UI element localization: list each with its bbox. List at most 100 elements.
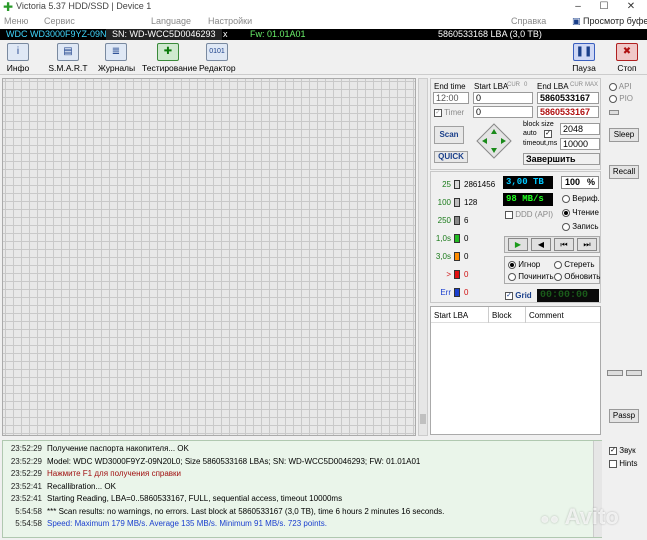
refresh-label: Обновить — [564, 272, 601, 281]
smart-button[interactable]: ▤ S.M.A.R.T — [48, 43, 88, 74]
ignore-radio[interactable]: Игнор — [508, 260, 540, 269]
device-firmware: Fw: 01.01A01 — [250, 29, 306, 39]
col-divider — [488, 307, 489, 323]
verify-radio[interactable]: Вериф. — [562, 194, 600, 203]
pio-radio[interactable]: PIO — [609, 94, 633, 103]
start-zero-label[interactable]: 0 — [524, 82, 527, 88]
api-radio[interactable]: API — [609, 82, 632, 91]
play-button[interactable]: ▶ — [508, 238, 528, 251]
test-button[interactable]: ✚ Тестирование — [142, 43, 198, 74]
pause-button[interactable]: ❚❚ Пауза — [571, 43, 597, 74]
passp-button[interactable]: Passp — [609, 409, 639, 423]
victoria-logo-icon: ✚ — [3, 0, 14, 14]
sound-checkbox[interactable]: ✓ Звук — [609, 446, 636, 455]
grid-label: Grid — [515, 291, 532, 300]
refresh-radio[interactable]: Обновить — [554, 272, 600, 281]
slider-right[interactable] — [626, 370, 642, 376]
direction-pad[interactable] — [476, 123, 512, 159]
timeout-label: timeout,ms — [523, 140, 558, 147]
stop-button[interactable]: ✖ Стоп — [614, 43, 640, 74]
end-time-label: End time — [434, 82, 466, 91]
close-window-button[interactable]: ✕ — [620, 0, 642, 14]
editor-icon: 0101 — [206, 43, 228, 61]
menu-item-help[interactable]: Справка — [511, 16, 546, 26]
menu-item-menu[interactable]: Меню — [4, 16, 28, 26]
title-bar: ✚ Victoria 5.37 HDD/SSD | Device 1 – ☐ ✕ — [0, 0, 647, 14]
minimize-button[interactable]: – — [567, 0, 589, 14]
quick-button[interactable]: QUICK — [434, 151, 468, 163]
slider-left[interactable] — [607, 370, 623, 376]
menu-item-service[interactable]: Сервис — [44, 16, 75, 26]
device-close-button[interactable]: x — [221, 29, 231, 40]
block-size-select[interactable]: 2048 — [560, 123, 600, 135]
logs-icon: ≣ — [105, 43, 127, 61]
menu-item-settings[interactable]: Настройки — [208, 16, 252, 26]
end-cur-label[interactable]: CUR — [570, 82, 583, 88]
percent-value: 100 — [565, 177, 581, 187]
end-lba-cur-field[interactable]: 5860533167 — [537, 106, 599, 118]
latency-level-row: Err 0 — [431, 286, 501, 300]
log-message: Speed: Maximum 179 MB/s. Average 135 MB/… — [47, 519, 327, 528]
scan-button[interactable]: Scan — [434, 126, 464, 144]
latency-level-swatch — [454, 180, 460, 189]
col-start-lba[interactable]: Start LBA — [434, 311, 468, 320]
end-lba-label: End LBA — [537, 82, 569, 91]
erase-radio[interactable]: Стереть — [554, 260, 595, 269]
back-button[interactable]: ◀ — [531, 238, 551, 251]
info-button[interactable]: i Инфо — [4, 43, 32, 74]
start-lba-input[interactable]: 0 — [473, 92, 533, 104]
info-label: Инфо — [6, 63, 30, 73]
ddd-check-box — [505, 210, 513, 219]
end-time-input[interactable]: 12:00 — [433, 92, 469, 104]
log-time: 5:54:58 — [15, 506, 42, 516]
repair-radio-dot — [508, 272, 516, 281]
log-row: 23:52:29 Получение паспорта накопителя...… — [3, 444, 603, 455]
read-radio-dot — [562, 208, 570, 217]
maximize-button[interactable]: ☐ — [593, 0, 615, 14]
timer-checkbox[interactable]: ✓ Timer — [434, 108, 464, 117]
col-comment[interactable]: Comment — [529, 311, 564, 320]
menu-item-buffer[interactable]: ▣ Просмотр буфера — [572, 16, 647, 27]
end-lba-input[interactable]: 5860533167 — [537, 92, 599, 104]
device-model[interactable]: WDC WD3000F9YZ-09N20L0 — [0, 29, 127, 40]
latency-level-row: >0 — [431, 268, 501, 282]
editor-label: Редактор — [199, 63, 236, 73]
recall-button[interactable]: Recall — [609, 165, 639, 179]
skip-back-button[interactable]: ⏮ — [554, 238, 574, 251]
repair-radio[interactable]: Починить — [508, 272, 554, 281]
auto-checkbox[interactable]: ✓ — [544, 130, 552, 138]
test-label: Тестирование — [142, 63, 198, 73]
grid-checkbox[interactable]: ✓ Grid — [505, 291, 532, 300]
size-done-display: 3,00 TB — [503, 176, 553, 189]
col-block[interactable]: Block — [492, 311, 512, 320]
write-radio[interactable]: Запись — [562, 222, 598, 231]
event-log: 23:52:29 Получение паспорта накопителя...… — [2, 440, 602, 538]
latency-level-row: 100 128 — [431, 196, 501, 210]
sleep-button[interactable]: Sleep — [609, 128, 639, 142]
hints-label: Hints — [619, 459, 638, 468]
ignore-label: Игнор — [518, 260, 541, 269]
latency-level-row: 3,0s 0 — [431, 250, 501, 264]
latency-level-label: 100 — [437, 198, 451, 207]
start-lba-cur-field[interactable]: 0 — [473, 106, 533, 118]
start-cur-label[interactable]: CUR — [507, 82, 520, 88]
block-size-label: block size — [523, 121, 554, 128]
end-max-label[interactable]: MAX — [585, 82, 598, 88]
latency-level-row: 250 6 — [431, 214, 501, 228]
grid-scrollbar-thumb[interactable] — [420, 414, 426, 424]
logs-button[interactable]: ≣ Журналы — [98, 43, 135, 74]
grid-scrollbar[interactable] — [418, 78, 428, 436]
hints-checkbox[interactable]: Hints — [609, 459, 637, 468]
end-action-select[interactable]: Завершить — [523, 153, 600, 165]
read-radio[interactable]: Чтение — [562, 208, 599, 217]
buffer-label: Просмотр буфера — [583, 16, 647, 26]
timeout-select[interactable]: 10000 — [560, 138, 600, 150]
menu-item-language[interactable]: Language — [151, 16, 191, 26]
ddd-api-checkbox[interactable]: DDD (API) — [505, 210, 553, 219]
latency-level-swatch — [454, 198, 460, 207]
sound-label: Звук — [619, 446, 636, 455]
editor-button[interactable]: 0101 Редактор — [199, 43, 236, 74]
skip-end-button[interactable]: ⏭ — [577, 238, 597, 251]
erase-radio-dot — [554, 260, 562, 269]
stop-icon: ✖ — [616, 43, 638, 61]
